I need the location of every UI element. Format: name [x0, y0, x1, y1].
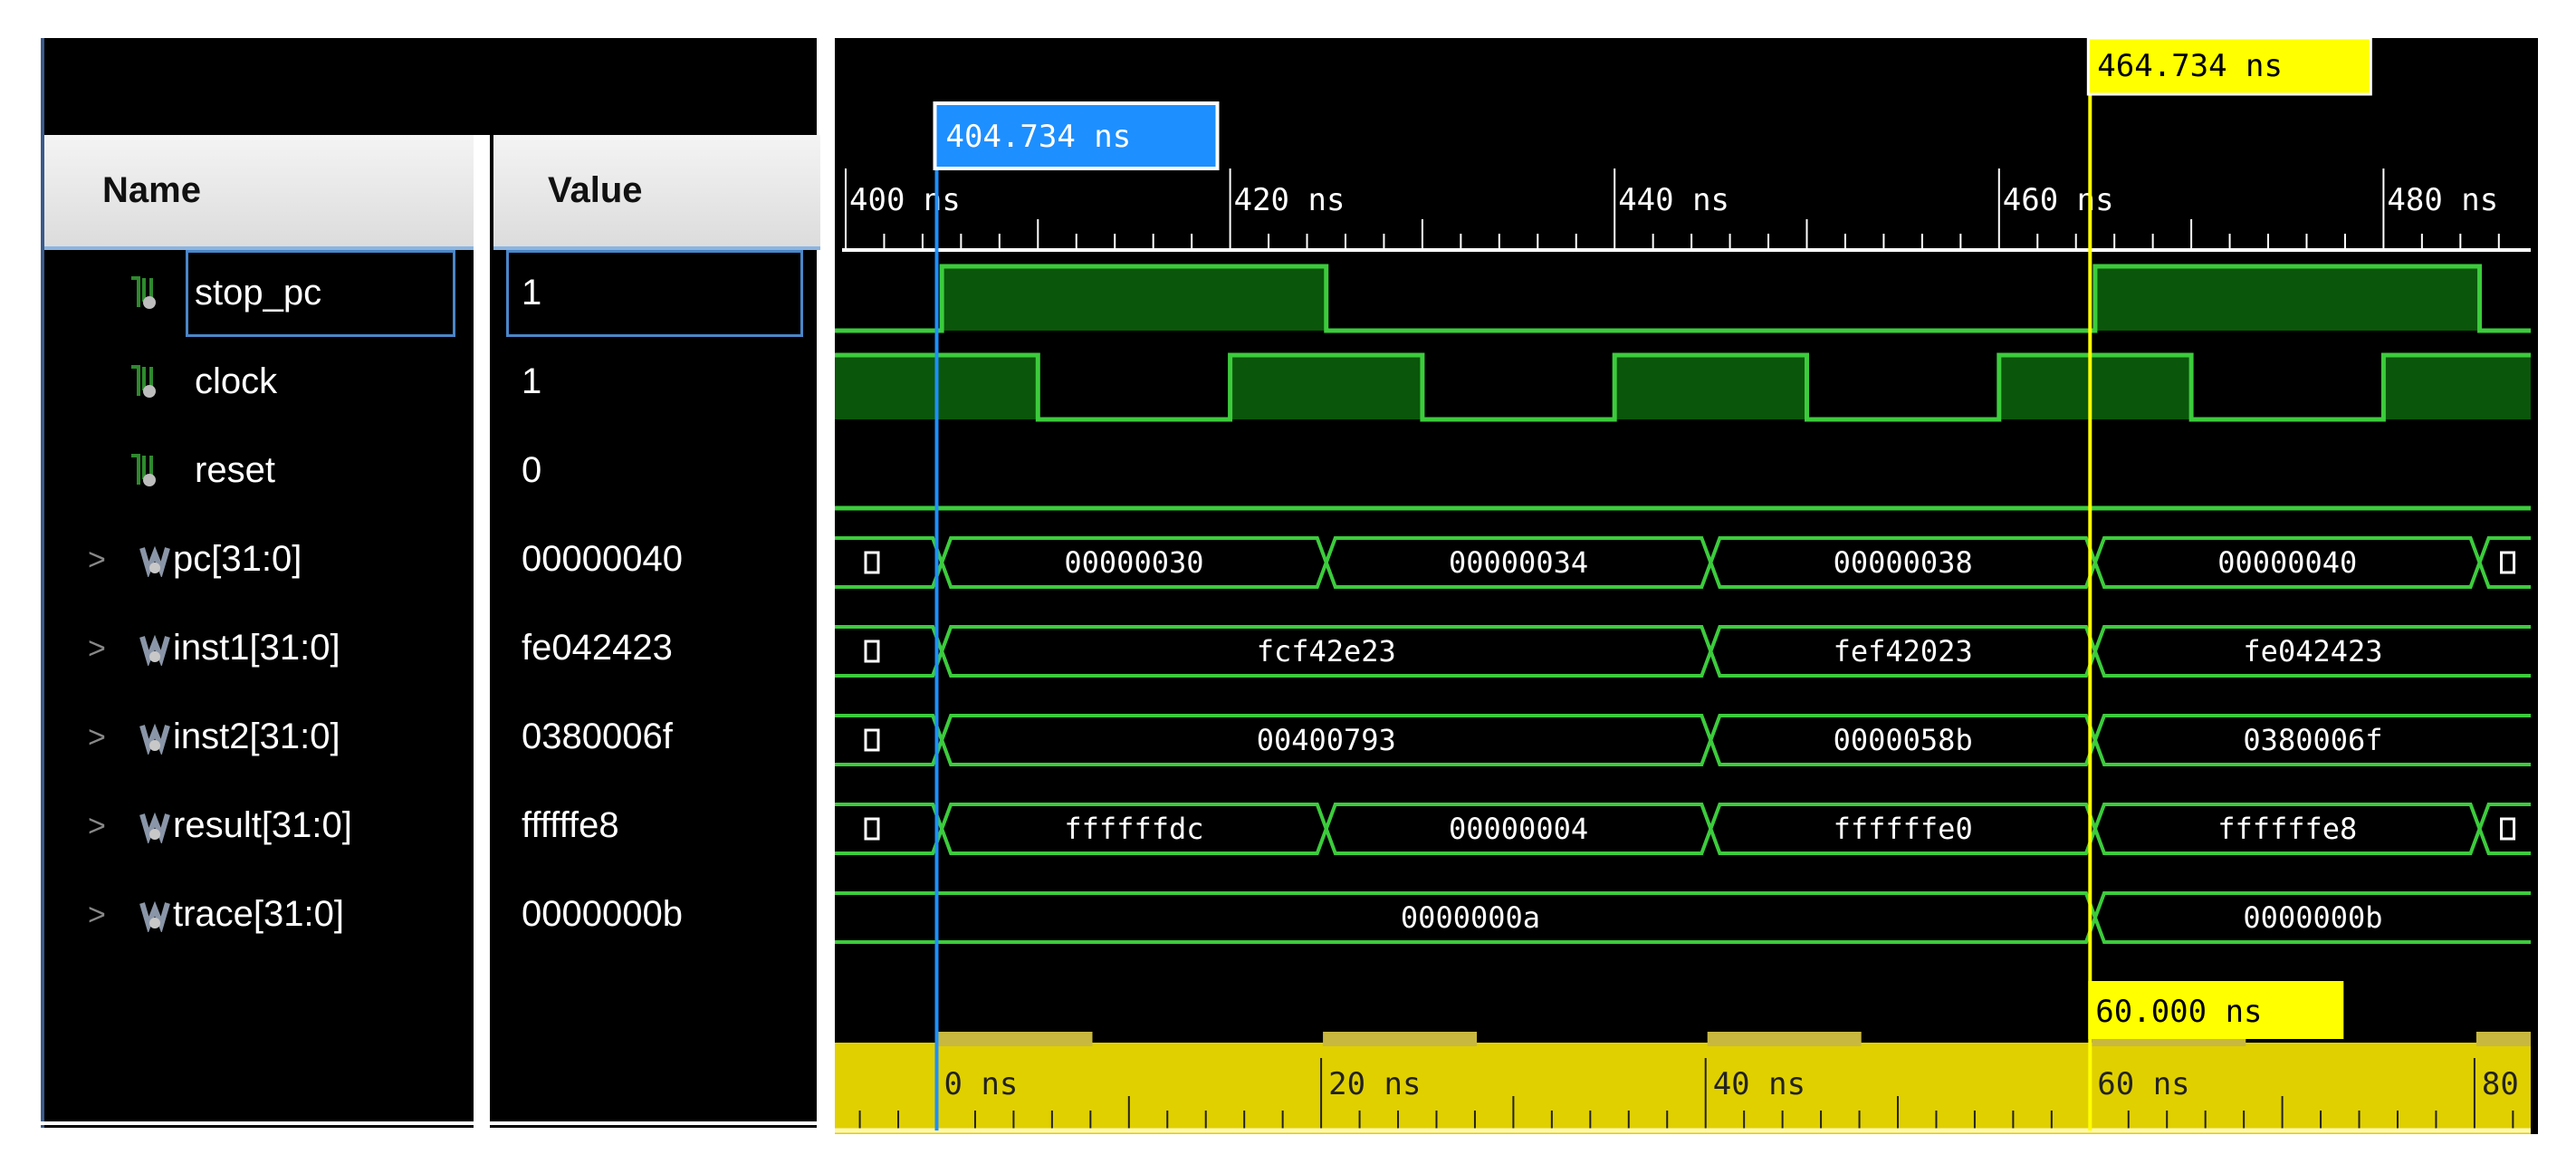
signal-row[interactable]: reset 0	[44, 430, 820, 519]
signal-value: 1	[522, 361, 541, 402]
bus-value-label: 00000038	[1834, 545, 1973, 580]
high-fill	[1999, 355, 2191, 419]
relative-ruler-label: 40 ns	[1713, 1066, 1805, 1102]
waveform-panel[interactable]: 400 ns 420 ns 440 ns 460 ns 480 ns 00000030 00…	[835, 38, 2538, 1134]
ruler-label: 480 ns	[2387, 182, 2498, 218]
bus-value-label: ffffffe8	[2217, 812, 2357, 846]
signal-row[interactable]: > inst1[31:0] fe042423	[44, 608, 820, 697]
signal-value: 0	[522, 450, 541, 491]
expand-chevron-icon[interactable]: >	[88, 720, 106, 755]
relative-ruler-label: 20 ns	[1328, 1066, 1421, 1102]
relative-ruler-label: 0 ns	[944, 1066, 1019, 1102]
relative-ruler-tab	[1323, 1032, 1477, 1046]
high-fill	[1614, 355, 1806, 419]
high-fill	[1231, 355, 1422, 419]
relative-ruler-tab	[939, 1032, 1093, 1046]
expand-chevron-icon[interactable]: >	[88, 543, 106, 578]
relative-ruler-label: 60 ns	[2097, 1066, 2189, 1102]
signal-value: ffffffe8	[522, 805, 619, 846]
signal-name: trace[31:0]	[173, 894, 344, 935]
ruler-label: 440 ns	[1618, 182, 1729, 218]
bus-value-label: 0000058b	[1834, 723, 1973, 757]
bus-value-label: 00000004	[1449, 812, 1588, 846]
bus-value-label: fe042423	[2243, 634, 2382, 669]
signal-row[interactable]: stop_pc1	[44, 253, 820, 342]
bus-signal-icon	[139, 718, 170, 755]
signal-name: result[31:0]	[173, 805, 352, 846]
signal-value: fe042423	[522, 628, 673, 669]
bus-value-label: 00000034	[1449, 545, 1588, 580]
bus-signal-icon	[139, 541, 170, 577]
value-column-header[interactable]: Value	[493, 135, 820, 250]
relative-ruler-tab	[2476, 1032, 2538, 1046]
bus-signal-icon	[139, 630, 170, 666]
signal-row[interactable]: > inst2[31:0] 0380006f	[44, 697, 820, 785]
marker-cursor-label: 464.734 ns	[2097, 48, 2283, 84]
signal-row[interactable]: clock 1	[44, 342, 820, 430]
signal-name: inst1[31:0]	[173, 628, 340, 669]
signal-value: 0380006f	[522, 717, 673, 757]
expand-chevron-icon[interactable]: >	[88, 631, 106, 667]
panel-bottom-border	[41, 1121, 817, 1125]
high-fill	[2383, 355, 2538, 419]
bus-value-label: ffffffe0	[1834, 812, 1973, 846]
high-fill	[2095, 266, 2480, 331]
signal-name: reset	[195, 450, 275, 491]
signal-row[interactable]: > trace[31:0] 0000000b	[44, 874, 820, 963]
delta-time-label: 60.000 ns	[2095, 994, 2262, 1030]
selected-value-outline	[506, 250, 803, 337]
bus-value-label: 00400793	[1257, 723, 1396, 757]
ruler-label: 400 ns	[849, 182, 961, 218]
signal-name: clock	[195, 361, 277, 402]
signal-row[interactable]: > pc[31:0] 00000040	[44, 519, 820, 608]
bus-value-label: 0000000b	[2243, 900, 2382, 935]
bus-value-label: 0380006f	[2243, 723, 2382, 757]
main-cursor-label: 404.734 ns	[946, 119, 1132, 155]
ruler-label: 420 ns	[1234, 182, 1345, 218]
bus-value-label: fcf42e23	[1257, 634, 1396, 669]
expand-chevron-icon[interactable]: >	[88, 898, 106, 933]
relative-ruler-tab	[1708, 1032, 1862, 1046]
signal-value: 00000040	[522, 539, 683, 580]
signal-name: pc[31:0]	[173, 539, 302, 580]
bus-value-label: fef42023	[1834, 634, 1973, 669]
bus-value-label: 00000040	[2217, 545, 2357, 580]
bus-value-label: 0000000a	[1401, 900, 1540, 935]
expand-chevron-icon[interactable]: >	[88, 809, 106, 844]
scalar-signal-icon	[128, 274, 158, 311]
selected-name-outline	[186, 250, 455, 337]
scalar-signal-icon	[128, 363, 158, 399]
scalar-signal-icon	[128, 452, 158, 488]
bus-value-label: 00000030	[1064, 545, 1203, 580]
bus-value-label: ffffffdc	[1064, 812, 1203, 846]
high-fill	[942, 266, 1326, 331]
signal-row[interactable]: > result[31:0] ffffffe8	[44, 785, 820, 874]
signal-name: inst2[31:0]	[173, 717, 340, 757]
signal-value: 0000000b	[522, 894, 683, 935]
bus-signal-icon	[139, 896, 170, 932]
relative-ruler-label: 80	[2482, 1066, 2519, 1102]
signal-name-panel: Name Value stop_pc1clock 1 reset 0 > pc[31:0]…	[41, 38, 817, 1128]
ruler-label: 460 ns	[2003, 182, 2114, 218]
bus-signal-icon	[139, 807, 170, 843]
name-column-header[interactable]: Name	[44, 135, 474, 250]
